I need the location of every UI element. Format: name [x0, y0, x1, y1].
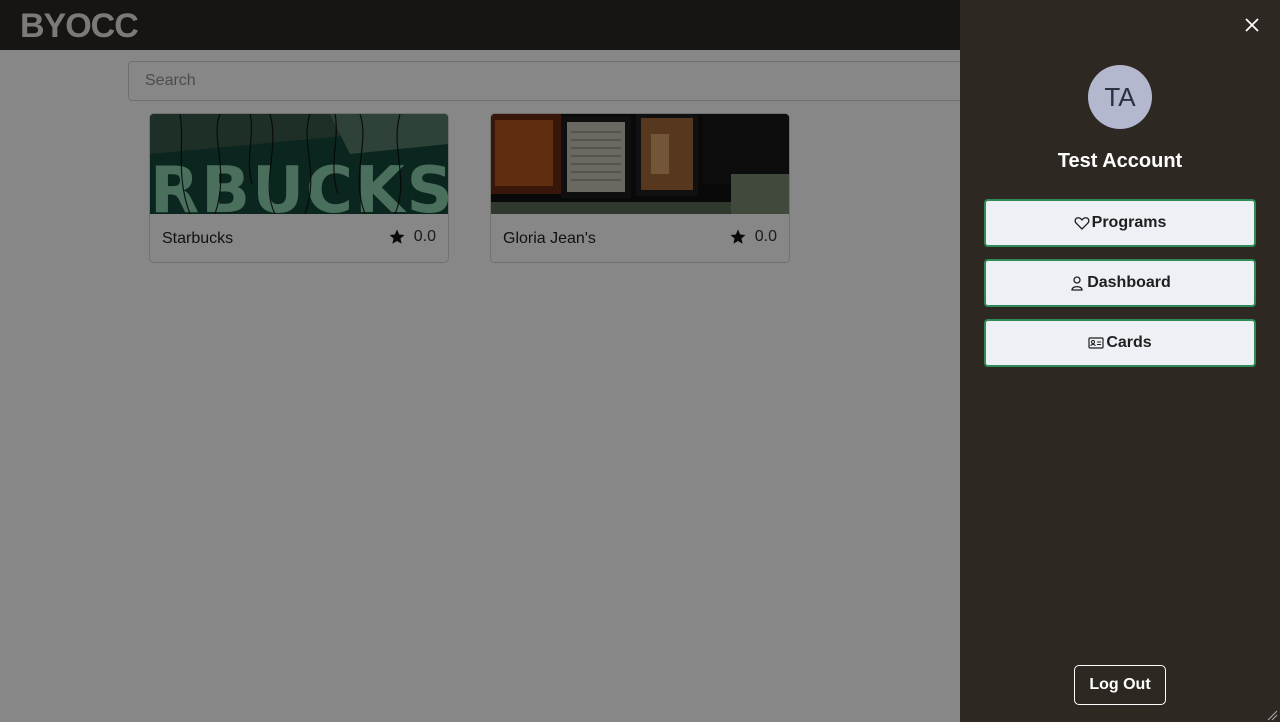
user-name: Test Account: [1057, 150, 1183, 172]
person-icon: [1069, 275, 1085, 291]
cards-button[interactable]: Cards: [984, 319, 1256, 367]
resize-handle-icon[interactable]: [1266, 708, 1278, 721]
dashboard-label: Dashboard: [1087, 274, 1171, 291]
programs-label: Programs: [1091, 214, 1167, 231]
programs-button[interactable]: Programs: [984, 199, 1256, 247]
heart-icon: [1074, 215, 1090, 231]
close-icon[interactable]: [1242, 15, 1262, 35]
logout-button[interactable]: Log Out: [1074, 665, 1166, 705]
app-page: BYOCC RBUCKS Starbucks: [0, 0, 1280, 722]
dashboard-button[interactable]: Dashboard: [984, 259, 1256, 307]
id-card-icon: [1088, 335, 1104, 351]
user-sidebar: TA Test Account Programs Dashboard Cards…: [960, 0, 1280, 722]
avatar: TA: [1088, 65, 1152, 129]
cards-label: Cards: [1106, 334, 1152, 351]
